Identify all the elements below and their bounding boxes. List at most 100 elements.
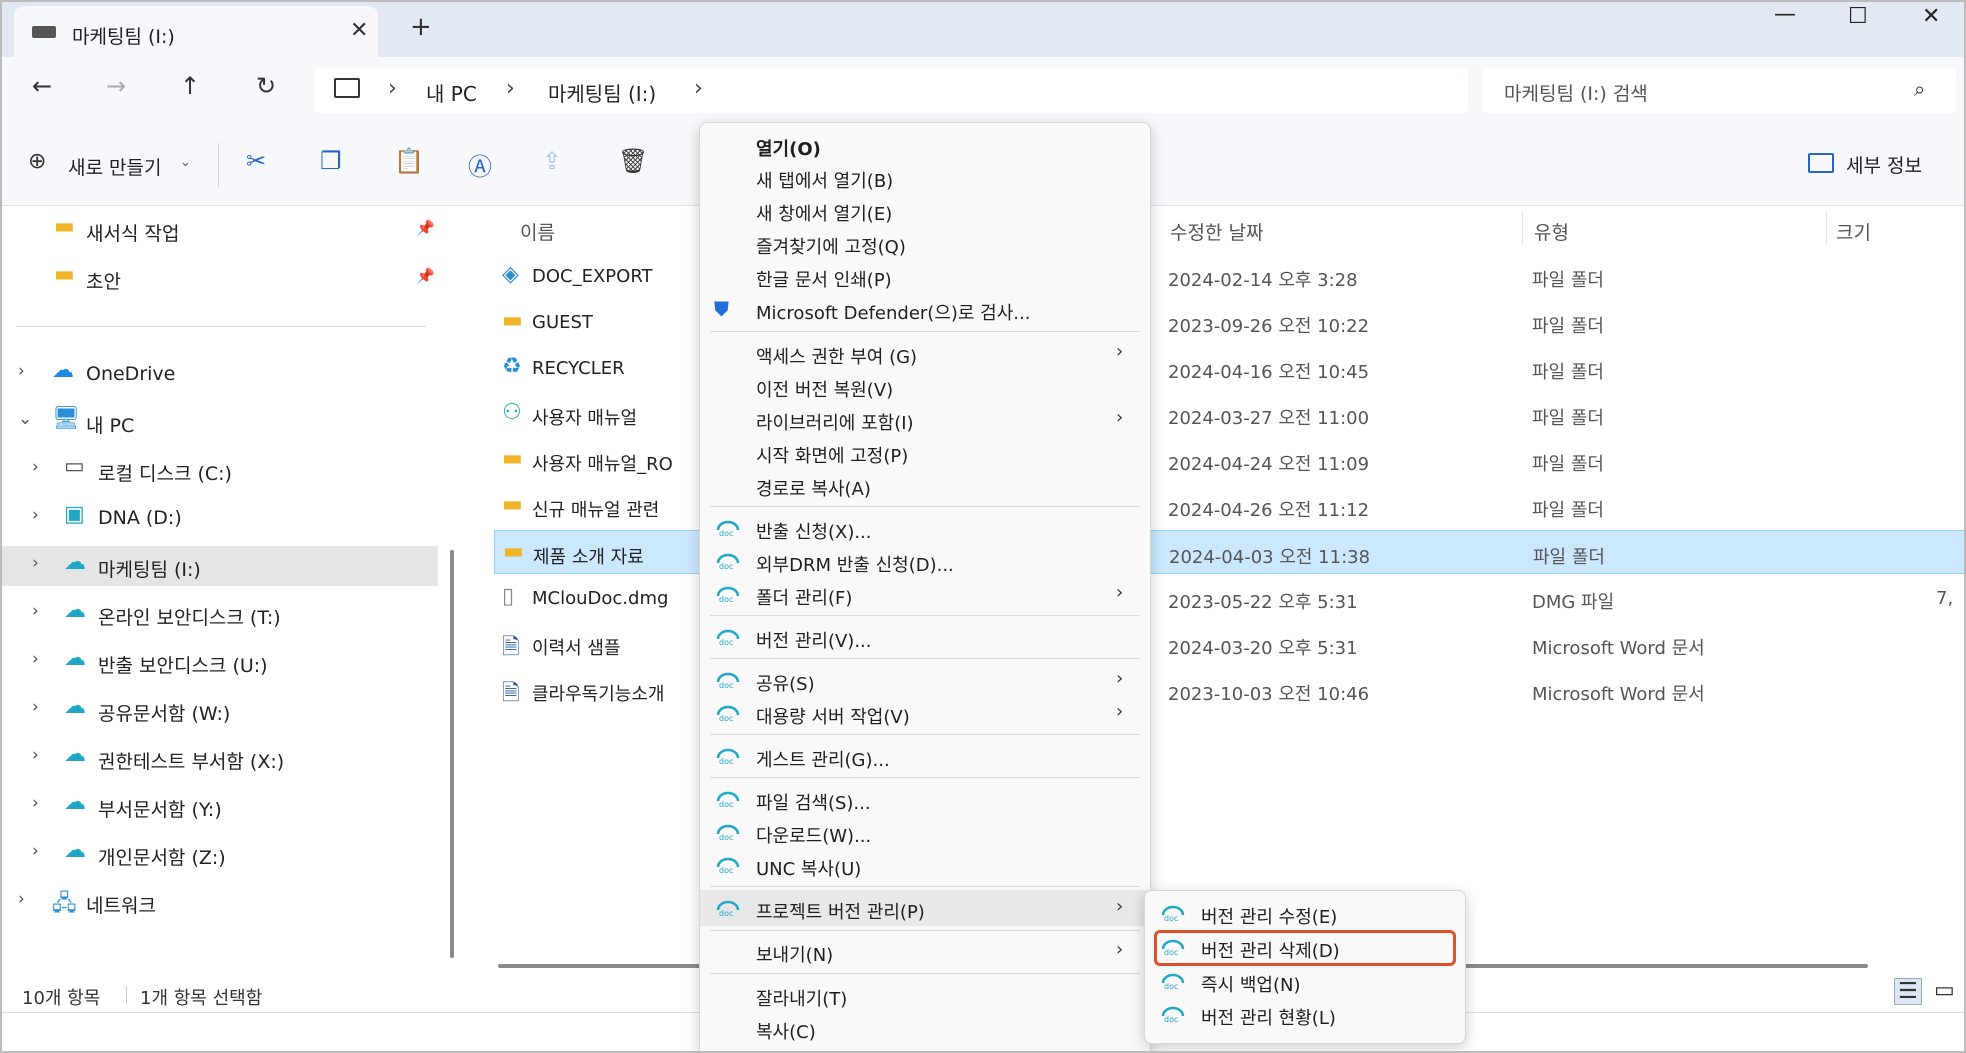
sidebar-item-drive-w[interactable]: › ☁ 공유문서함 (W:)	[2, 690, 442, 730]
tiles-view-icon[interactable]: ▭	[1934, 978, 1955, 1003]
menu-item-open-new-window[interactable]: 새 창에서 열기(E)	[700, 194, 1150, 226]
menu-item-open[interactable]: 열기(O)	[700, 129, 1150, 161]
menu-item-cut[interactable]: 잘라내기(T)	[700, 979, 1150, 1011]
chevron-down-icon[interactable]: ⌄	[18, 409, 32, 429]
address-bar[interactable]: › 내 PC › 마케팅팀 (I:) ›	[314, 67, 1468, 113]
chevron-right-icon[interactable]: ›	[32, 649, 39, 669]
file-type: DMG 파일	[1532, 592, 1615, 613]
sidebar-item-network[interactable]: › 🖧 네트워크	[2, 882, 442, 922]
chevron-right-icon[interactable]: ›	[32, 841, 39, 861]
chevron-right-icon[interactable]: ›	[32, 745, 39, 765]
maximize-button[interactable]: ☐	[1848, 4, 1868, 29]
search-input[interactable]: 마케팅팀 (I:) 검색	[1504, 79, 1648, 106]
breadcrumb-drive[interactable]: 마케팅팀 (I:)	[548, 78, 656, 107]
sidebar-item-drive-u[interactable]: › ☁ 반출 보안디스크 (U:)	[2, 642, 442, 682]
cut-icon[interactable]: ✂	[246, 147, 266, 175]
menu-item-share[interactable]: doc 공유(S) ›	[700, 664, 1150, 696]
quick-access-item[interactable]: ▬ 초안 📌	[2, 258, 442, 298]
file-name: DOC_EXPORT	[532, 266, 653, 287]
file-modified: 2023-10-03 오전 10:46	[1168, 684, 1370, 705]
column-header-modified[interactable]: 수정한 날짜	[1170, 218, 1263, 245]
submenu-item-version-status[interactable]: doc 버전 관리 현황(L)	[1145, 998, 1465, 1030]
doc-logo-icon: doc	[714, 668, 742, 690]
delete-icon[interactable]: 🗑	[618, 147, 648, 175]
chevron-right-icon[interactable]: ›	[32, 505, 39, 525]
menu-item-copy[interactable]: 복사(C)	[700, 1012, 1150, 1044]
menu-item-file-search[interactable]: doc 파일 검색(S)...	[700, 783, 1150, 815]
menu-item-print-hwp[interactable]: 한글 문서 인쇄(P)	[700, 260, 1150, 292]
menu-item-label: 반출 신청(X)...	[756, 522, 872, 543]
sidebar-item-drive-c[interactable]: › ▭ 로컬 디스크 (C:)	[2, 450, 442, 490]
menu-item-open-new-tab[interactable]: 새 탭에서 열기(B)	[700, 161, 1150, 193]
menu-item-guest-manage[interactable]: doc 게스트 관리(G)...	[700, 740, 1150, 772]
rename-icon[interactable]: Ⓐ	[468, 147, 492, 182]
menu-item-grant-access[interactable]: 액세스 권한 부여 (G) ›	[700, 337, 1150, 369]
chevron-right-icon[interactable]: ›	[18, 361, 25, 381]
submenu-item-backup-now[interactable]: doc 즉시 백업(N)	[1145, 965, 1465, 997]
chevron-right-icon[interactable]: ›	[32, 457, 39, 477]
menu-item-export-request[interactable]: doc 반출 신청(X)...	[700, 512, 1150, 544]
refresh-button[interactable]: ↻	[246, 72, 286, 100]
menu-item-pin-start[interactable]: 시작 화면에 고정(P)	[700, 436, 1150, 468]
sidebar-item-onedrive[interactable]: › ☁ OneDrive	[2, 354, 442, 394]
column-header-name[interactable]: 이름	[520, 218, 555, 245]
menu-item-download[interactable]: doc 다운로드(W)...	[700, 816, 1150, 848]
menu-item-send-to[interactable]: 보내기(N) ›	[700, 935, 1150, 967]
sidebar-item-drive-d[interactable]: › ▣ DNA (D:)	[2, 498, 442, 538]
menu-item-copy-path[interactable]: 경로로 복사(A)	[700, 469, 1150, 501]
menu-item-bulk-server[interactable]: doc 대용량 서버 작업(V) ›	[700, 697, 1150, 729]
close-window-button[interactable]: ✕	[1922, 4, 1940, 29]
menu-item-external-drm[interactable]: doc 외부DRM 반출 신청(D)...	[700, 545, 1150, 577]
details-view-icon[interactable]: ☰	[1894, 978, 1922, 1005]
menu-item-folder-manage[interactable]: doc 폴더 관리(F) ›	[700, 578, 1150, 610]
copy-icon[interactable]: ❐	[320, 147, 342, 175]
chevron-right-icon[interactable]: ›	[32, 697, 39, 717]
chevron-right-icon[interactable]: ›	[18, 889, 25, 909]
svg-text:doc: doc	[1164, 914, 1178, 923]
chevron-right-icon[interactable]: ›	[32, 601, 39, 621]
breadcrumb-expand-chevron[interactable]: ›	[694, 76, 703, 101]
menu-item-project-version[interactable]: doc 프로젝트 버전 관리(P) ›	[700, 890, 1150, 926]
menu-item-version-manage[interactable]: doc 버전 관리(V)...	[700, 621, 1150, 653]
tab-close-button[interactable]: ✕	[350, 18, 368, 43]
chevron-right-icon[interactable]: ›	[32, 793, 39, 813]
file-type: 파일 폴더	[1533, 547, 1605, 568]
forward-button[interactable]: →	[96, 72, 136, 100]
submenu-item-edit-version[interactable]: doc 버전 관리 수정(E)	[1145, 897, 1465, 929]
sidebar-item-drive-i[interactable]: › ☁ 마케팅팀 (I:)	[2, 546, 438, 586]
breadcrumb-separator: ›	[388, 76, 397, 101]
computer-icon	[334, 78, 360, 98]
svg-text:doc: doc	[719, 562, 733, 571]
quick-access-item[interactable]: ▬ 새서식 작업 📌	[2, 210, 442, 250]
minimize-button[interactable]: —	[1774, 2, 1796, 27]
menu-item-pin-favorites[interactable]: 즐겨찾기에 고정(Q)	[700, 227, 1150, 259]
sidebar-item-drive-t[interactable]: › ☁ 온라인 보안디스크 (T:)	[2, 594, 442, 634]
menu-item-defender-scan[interactable]: ⛊ Microsoft Defender(으)로 검사...	[700, 293, 1150, 325]
sidebar-item-drive-z[interactable]: › ☁ 개인문서함 (Z:)	[2, 834, 442, 874]
sidebar-item-drive-x[interactable]: › ☁ 권한테스트 부서함 (X:)	[2, 738, 442, 778]
tab-active[interactable]: 마케팅팀 (I:) ✕	[14, 6, 378, 57]
back-button[interactable]: ←	[22, 72, 62, 100]
share-icon[interactable]: ⇪	[542, 147, 562, 175]
network-drive-icon: ☁	[64, 838, 86, 863]
column-header-type[interactable]: 유형	[1534, 218, 1569, 245]
search-box[interactable]: 마케팅팀 (I:) 검색 ⌕	[1482, 67, 1956, 113]
menu-item-include-library[interactable]: 라이브러리에 포함(I) ›	[700, 403, 1150, 435]
chevron-right-icon[interactable]: ›	[32, 553, 39, 573]
sidebar-scrollbar[interactable]	[450, 550, 454, 958]
paste-icon[interactable]: 📋	[394, 147, 424, 175]
file-name: 사용자 매뉴얼	[532, 408, 638, 429]
menu-item-restore-version[interactable]: 이전 버전 복원(V)	[700, 370, 1150, 402]
file-type: 파일 폴더	[1532, 454, 1604, 475]
column-header-size[interactable]: 크기	[1836, 218, 1871, 245]
sidebar-item-this-pc[interactable]: ⌄ 🖥 내 PC	[2, 402, 442, 442]
new-tab-button[interactable]: +	[410, 12, 432, 42]
computer-icon: 🖥	[52, 406, 80, 431]
sidebar-item-drive-y[interactable]: › ☁ 부서문서함 (Y:)	[2, 786, 442, 826]
menu-item-unc-copy[interactable]: doc UNC 복사(U)	[700, 849, 1150, 881]
network-drive-icon: ☁	[64, 598, 86, 623]
sidebar-item-label: 마케팅팀 (I:)	[98, 559, 201, 581]
selected-count: 1개 항목 선택함	[140, 988, 263, 1009]
breadcrumb-this-pc[interactable]: 내 PC	[426, 78, 477, 107]
up-button[interactable]: ↑	[170, 72, 210, 100]
